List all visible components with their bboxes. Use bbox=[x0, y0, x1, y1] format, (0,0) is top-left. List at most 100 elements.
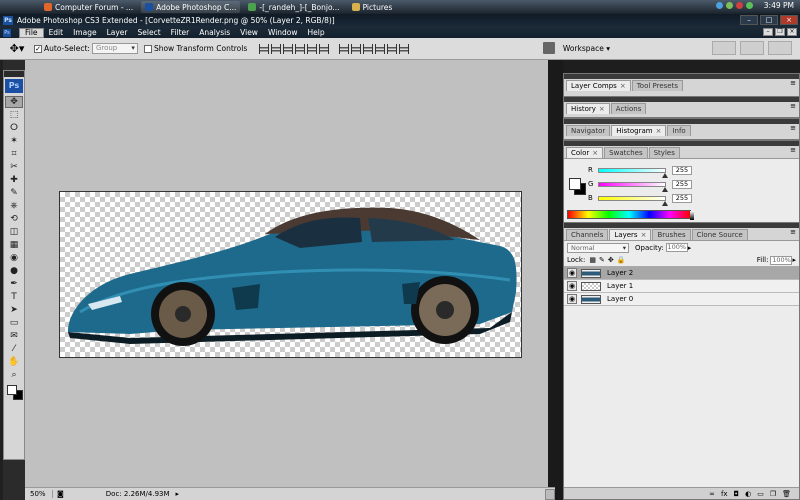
tab-layers[interactable]: Layers × bbox=[609, 229, 652, 240]
menu-select[interactable]: Select bbox=[133, 28, 166, 38]
align-vcenter-icon[interactable] bbox=[271, 43, 282, 54]
align-right-icon[interactable] bbox=[319, 43, 330, 54]
marquee-tool-icon[interactable]: ⬚ bbox=[5, 109, 23, 121]
gradient-tool-icon[interactable]: ▦ bbox=[5, 239, 23, 251]
color-spectrum-bar[interactable] bbox=[567, 210, 694, 220]
tab-swatches[interactable]: Swatches bbox=[604, 147, 648, 158]
tab-actions[interactable]: Actions bbox=[610, 103, 647, 114]
tab-clone-source[interactable]: Clone Source bbox=[691, 229, 748, 240]
channel-value-field[interactable]: 255 bbox=[672, 179, 692, 189]
close-button[interactable]: × bbox=[780, 15, 798, 25]
lock-image-icon[interactable]: ✎ bbox=[599, 256, 605, 264]
pen-tool-icon[interactable]: ✒ bbox=[5, 278, 23, 290]
auto-select-dropdown[interactable]: Group bbox=[91, 43, 138, 54]
blend-mode-dropdown[interactable]: Normal bbox=[567, 242, 629, 253]
channel-value-field[interactable]: 255 bbox=[672, 193, 692, 203]
move-tool-icon[interactable]: ✥ bbox=[5, 96, 23, 108]
tab-history[interactable]: History × bbox=[566, 103, 610, 114]
doc-close-button[interactable]: × bbox=[787, 28, 797, 36]
align-bottom-icon[interactable] bbox=[283, 43, 294, 54]
messenger-icon[interactable] bbox=[745, 2, 753, 9]
dodge-tool-icon[interactable]: ● bbox=[5, 265, 23, 277]
panel-dock-divider[interactable] bbox=[555, 60, 563, 500]
tab-close-icon[interactable]: × bbox=[599, 105, 605, 113]
clone-stamp-tool-icon[interactable]: ⎈ bbox=[5, 200, 23, 212]
slider-handle-icon[interactable] bbox=[662, 200, 668, 206]
visibility-eye-icon[interactable]: ◉ bbox=[567, 268, 577, 278]
bridge-icon[interactable] bbox=[542, 42, 555, 54]
photoshop-logo[interactable]: Ps bbox=[5, 79, 23, 93]
healing-brush-tool-icon[interactable]: ✚ bbox=[5, 174, 23, 186]
foreground-color-swatch[interactable] bbox=[7, 385, 17, 395]
visibility-eye-icon[interactable]: ◉ bbox=[567, 281, 577, 291]
scroll-right-button[interactable] bbox=[545, 488, 555, 500]
distribute-bottom-icon[interactable] bbox=[363, 43, 374, 54]
layer-row[interactable]: ◉ Layer 2 bbox=[564, 267, 799, 280]
eraser-tool-icon[interactable]: ◫ bbox=[5, 226, 23, 238]
panel-menu-icon[interactable]: ≡ bbox=[790, 146, 796, 154]
comps-well-button[interactable] bbox=[768, 41, 792, 55]
tab-info[interactable]: Info bbox=[667, 125, 691, 136]
minimize-button[interactable]: – bbox=[740, 15, 758, 25]
crop-tool-icon[interactable]: ⌗ bbox=[5, 148, 23, 160]
tab-brushes[interactable]: Brushes bbox=[652, 229, 691, 240]
eyedropper-tool-icon[interactable]: ⁄ bbox=[5, 343, 23, 355]
menu-analysis[interactable]: Analysis bbox=[194, 28, 235, 38]
lock-position-icon[interactable]: ✥ bbox=[608, 256, 614, 264]
toolbox-grip[interactable] bbox=[4, 71, 24, 77]
distribute-right-icon[interactable] bbox=[399, 43, 410, 54]
lasso-tool-icon[interactable]: ⵔ bbox=[5, 122, 23, 134]
align-hcenter-icon[interactable] bbox=[307, 43, 318, 54]
canvas-area[interactable] bbox=[25, 60, 555, 487]
layer-row[interactable]: ◉ Layer 1 bbox=[564, 280, 799, 293]
corvette-image[interactable] bbox=[60, 192, 523, 359]
tool-preset-picker[interactable]: ✥▾ bbox=[6, 41, 28, 57]
auto-select-checkbox[interactable]: ✓ bbox=[34, 44, 42, 53]
workspace-label[interactable]: Workspace ▾ bbox=[563, 44, 610, 53]
doc-restore-button[interactable]: ❐ bbox=[775, 28, 785, 36]
slider-handle-icon[interactable] bbox=[662, 172, 668, 178]
menu-help[interactable]: Help bbox=[303, 28, 330, 38]
visibility-eye-icon[interactable]: ◉ bbox=[567, 294, 577, 304]
menu-layer[interactable]: Layer bbox=[102, 28, 133, 38]
distribute-top-icon[interactable] bbox=[339, 43, 350, 54]
network-icon[interactable] bbox=[715, 2, 723, 9]
menu-file[interactable]: File bbox=[19, 27, 44, 38]
notes-tool-icon[interactable]: ✉ bbox=[5, 330, 23, 342]
opacity-arrow-icon[interactable]: ▸ bbox=[688, 244, 692, 252]
doc-size-info[interactable]: Doc: 2.26M/4.93M bbox=[106, 490, 170, 498]
channel-slider[interactable] bbox=[598, 195, 668, 206]
channel-slider[interactable] bbox=[598, 167, 668, 178]
slider-handle-icon[interactable] bbox=[662, 186, 668, 192]
distribute-vcenter-icon[interactable] bbox=[351, 43, 362, 54]
new-group-icon[interactable]: ▭ bbox=[757, 490, 764, 498]
tab-close-icon[interactable]: × bbox=[592, 149, 598, 157]
fill-arrow-icon[interactable]: ▸ bbox=[792, 256, 796, 264]
layer-mask-icon[interactable]: ◘ bbox=[734, 490, 740, 498]
taskbar-item[interactable]: Pictures bbox=[348, 1, 397, 13]
zoom-tool-icon[interactable]: ⌕ bbox=[5, 369, 23, 381]
tab-close-icon[interactable]: × bbox=[641, 231, 647, 239]
doc-minimize-button[interactable]: – bbox=[763, 28, 773, 36]
panel-menu-icon[interactable]: ≡ bbox=[790, 102, 796, 110]
volume-icon[interactable] bbox=[725, 2, 733, 9]
tab-tool-presets[interactable]: Tool Presets bbox=[631, 80, 683, 91]
panel-menu-icon[interactable]: ≡ bbox=[790, 79, 796, 87]
canvas-vertical-scrollbar[interactable] bbox=[548, 60, 555, 487]
blur-tool-icon[interactable]: ◉ bbox=[5, 252, 23, 264]
adjustment-layer-icon[interactable]: ◐ bbox=[745, 490, 751, 498]
new-layer-icon[interactable]: ❐ bbox=[770, 490, 776, 498]
tab-channels[interactable]: Channels bbox=[566, 229, 609, 240]
channel-slider[interactable] bbox=[598, 181, 668, 192]
tab-navigator[interactable]: Navigator bbox=[566, 125, 611, 136]
history-brush-tool-icon[interactable]: ⟲ bbox=[5, 213, 23, 225]
panel-menu-icon[interactable]: ≡ bbox=[790, 124, 796, 132]
tab-layer-comps[interactable]: Layer Comps × bbox=[566, 80, 631, 91]
slice-tool-icon[interactable]: ✂ bbox=[5, 161, 23, 173]
taskbar-item[interactable]: Adobe Photoshop C... bbox=[141, 1, 241, 13]
magic-wand-tool-icon[interactable]: ✶ bbox=[5, 135, 23, 147]
tab-close-icon[interactable]: × bbox=[620, 82, 626, 90]
distribute-hcenter-icon[interactable] bbox=[387, 43, 398, 54]
align-top-icon[interactable] bbox=[259, 43, 270, 54]
workspace-menu[interactable]: Workspace ▾ bbox=[542, 42, 610, 54]
